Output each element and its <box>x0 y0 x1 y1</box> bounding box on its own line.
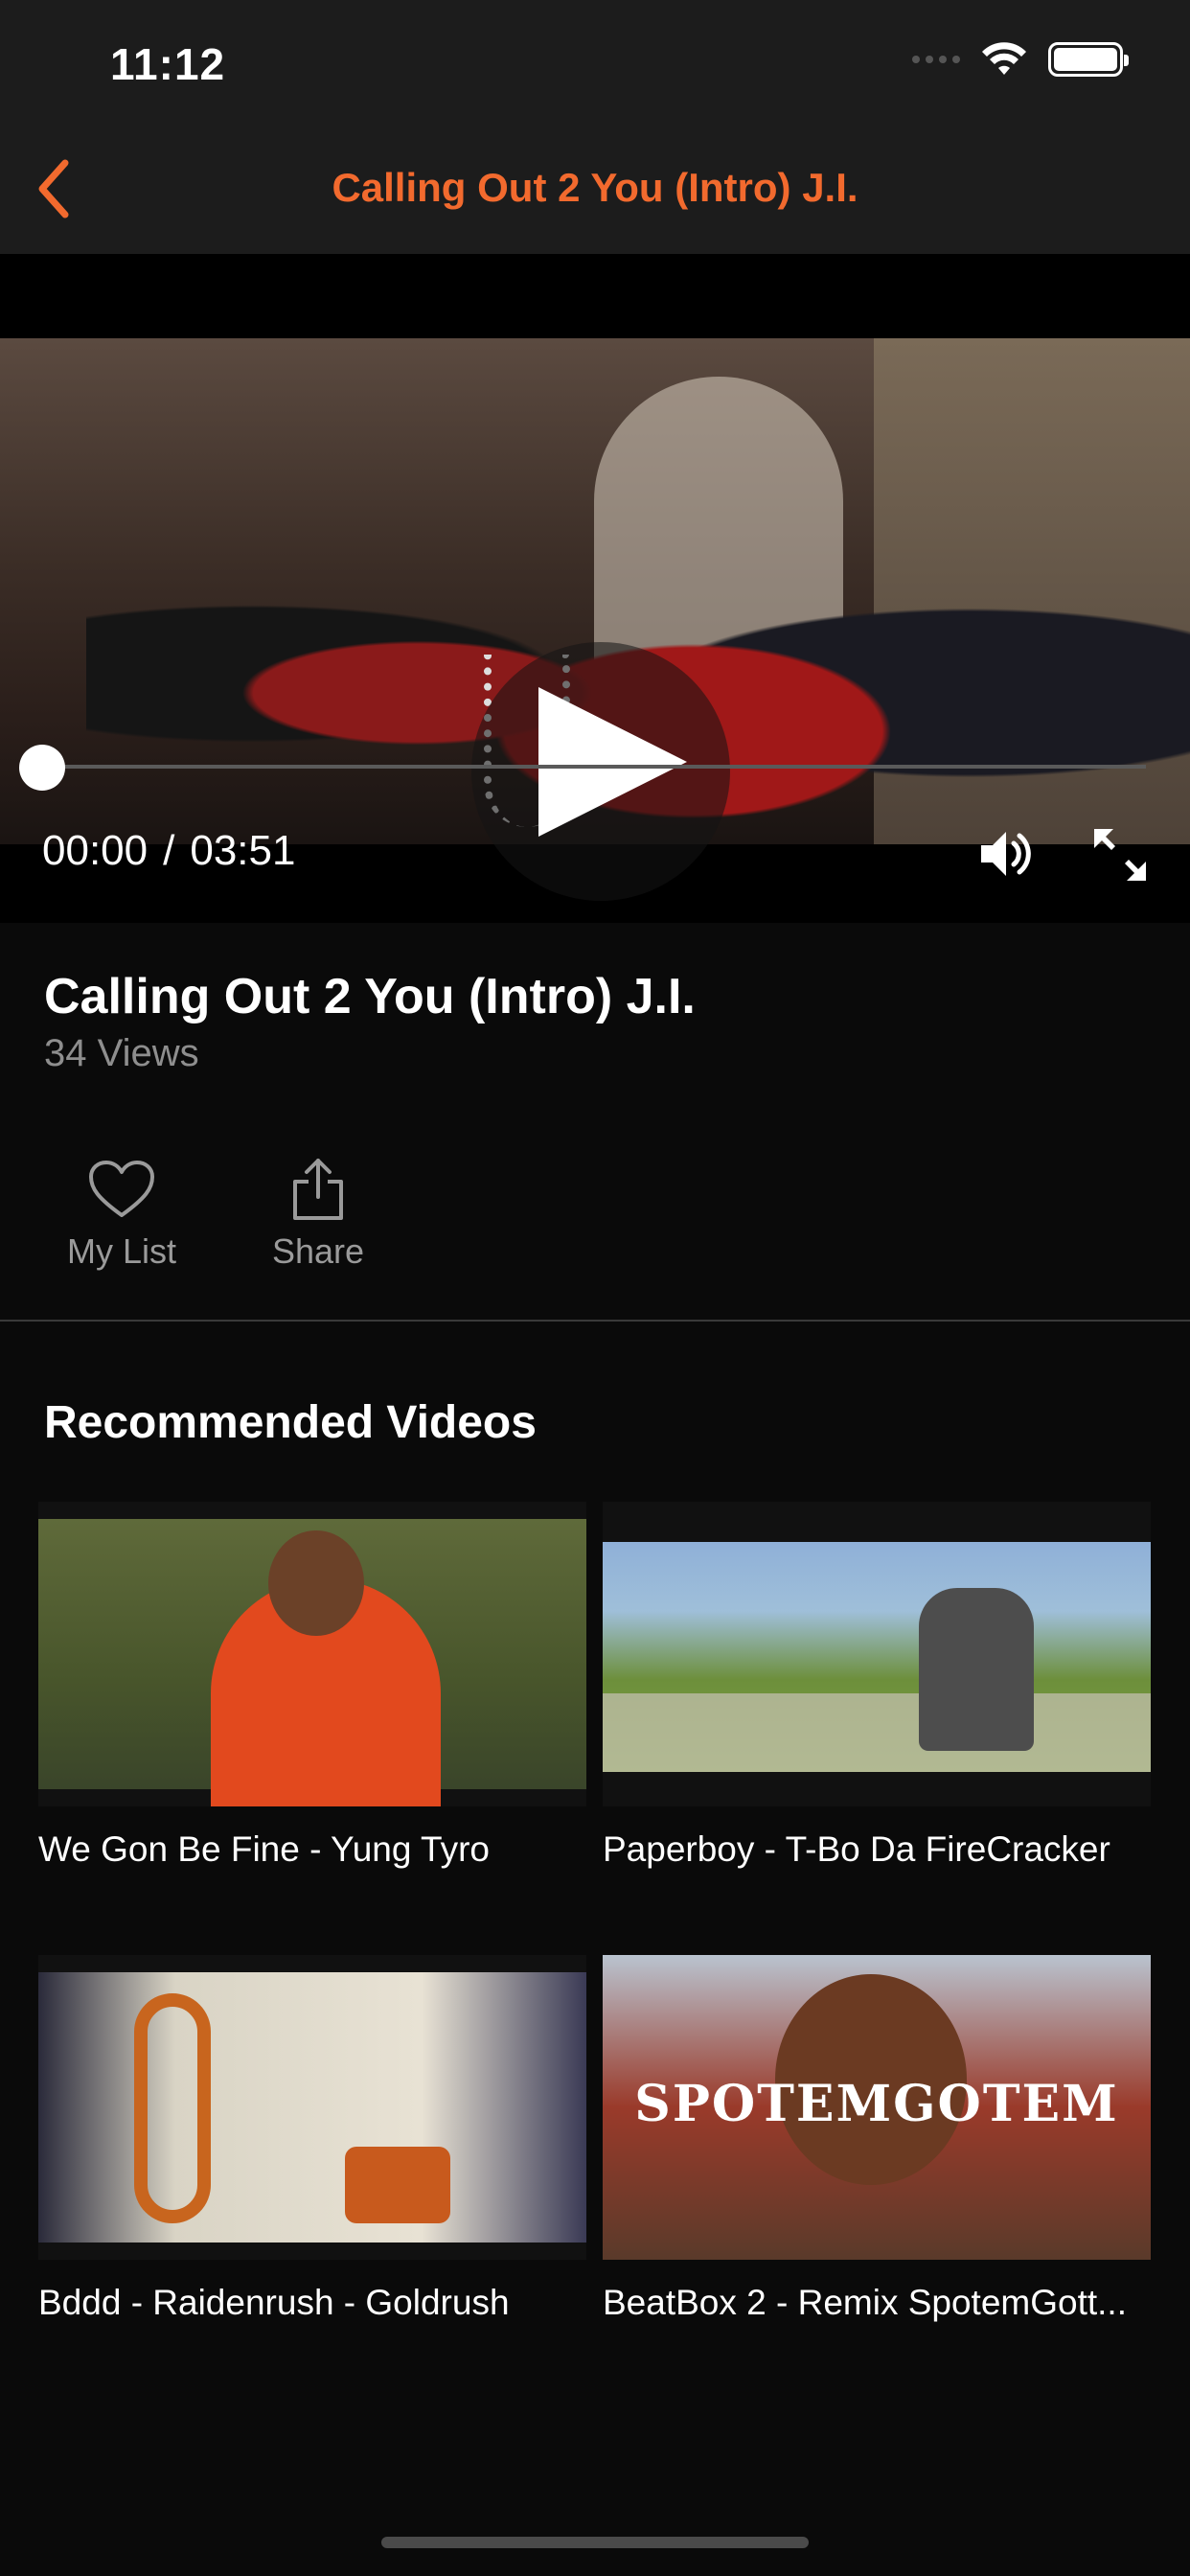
current-time: 00:00 <box>42 827 149 874</box>
duration: 03:51 <box>190 827 296 874</box>
video-caption: We Gon Be Fine - Yung Tyro <box>38 1829 490 1869</box>
heart-icon <box>89 1161 154 1217</box>
recommended-card[interactable]: We Gon Be Fine - Yung Tyro <box>38 1502 586 1870</box>
video-thumbnail[interactable] <box>38 1955 586 2260</box>
volume-button[interactable] <box>977 824 1037 884</box>
fullscreen-button[interactable] <box>1092 827 1148 883</box>
recommended-title: Recommended Videos <box>44 1397 537 1448</box>
video-thumbnail[interactable]: SPOTEMGOTEM <box>603 1955 1151 2260</box>
battery-icon <box>1048 42 1129 77</box>
time-separator: / <box>163 827 175 874</box>
my-list-button[interactable]: My List <box>59 1155 184 1272</box>
nav-title: Calling Out 2 You (Intro) J.I. <box>332 165 858 210</box>
time-display: 00:00 / 03:51 <box>42 827 295 875</box>
recommended-card[interactable]: Paperboy - T-Bo Da FireCracker <box>603 1502 1151 1870</box>
video-thumbnail[interactable] <box>603 1502 1151 1806</box>
my-list-label: My List <box>66 1231 176 1271</box>
share-icon <box>293 1159 343 1220</box>
video-caption: Paperboy - T-Bo Da FireCracker <box>603 1829 1110 1869</box>
top-bar: 11:12 Calling Out 2 You (Intro) J.I. <box>0 0 1190 254</box>
video-title: Calling Out 2 You (Intro) J.I. <box>44 969 696 1024</box>
share-label: Share <box>271 1231 365 1271</box>
home-indicator[interactable] <box>381 2537 809 2548</box>
cellular-signal-icon <box>912 56 960 63</box>
divider <box>0 1320 1190 1322</box>
progress-knob[interactable] <box>19 745 65 791</box>
view-count: 34 Views <box>44 1032 199 1074</box>
recommended-card[interactable]: Bddd - Raidenrush - Goldrush <box>38 1955 586 2323</box>
status-time: 11:12 <box>110 39 226 89</box>
recommended-card[interactable]: SPOTEMGOTEM BeatBox 2 - Remix SpotemGott… <box>603 1955 1151 2323</box>
play-icon <box>538 687 687 837</box>
thumbnail-text: SPOTEMGOTEM <box>634 2075 1119 2133</box>
status-icons <box>912 42 1129 77</box>
play-button[interactable] <box>471 642 730 901</box>
video-thumbnail[interactable] <box>38 1502 586 1806</box>
wifi-icon <box>982 42 1026 75</box>
video-caption: Bddd - Raidenrush - Goldrush <box>38 2283 510 2322</box>
share-button[interactable]: Share <box>259 1155 378 1272</box>
video-caption: BeatBox 2 - Remix SpotemGott... <box>603 2283 1127 2322</box>
progress-bar[interactable] <box>42 765 1146 769</box>
video-player[interactable]: 00:00 / 03:51 <box>0 254 1190 923</box>
